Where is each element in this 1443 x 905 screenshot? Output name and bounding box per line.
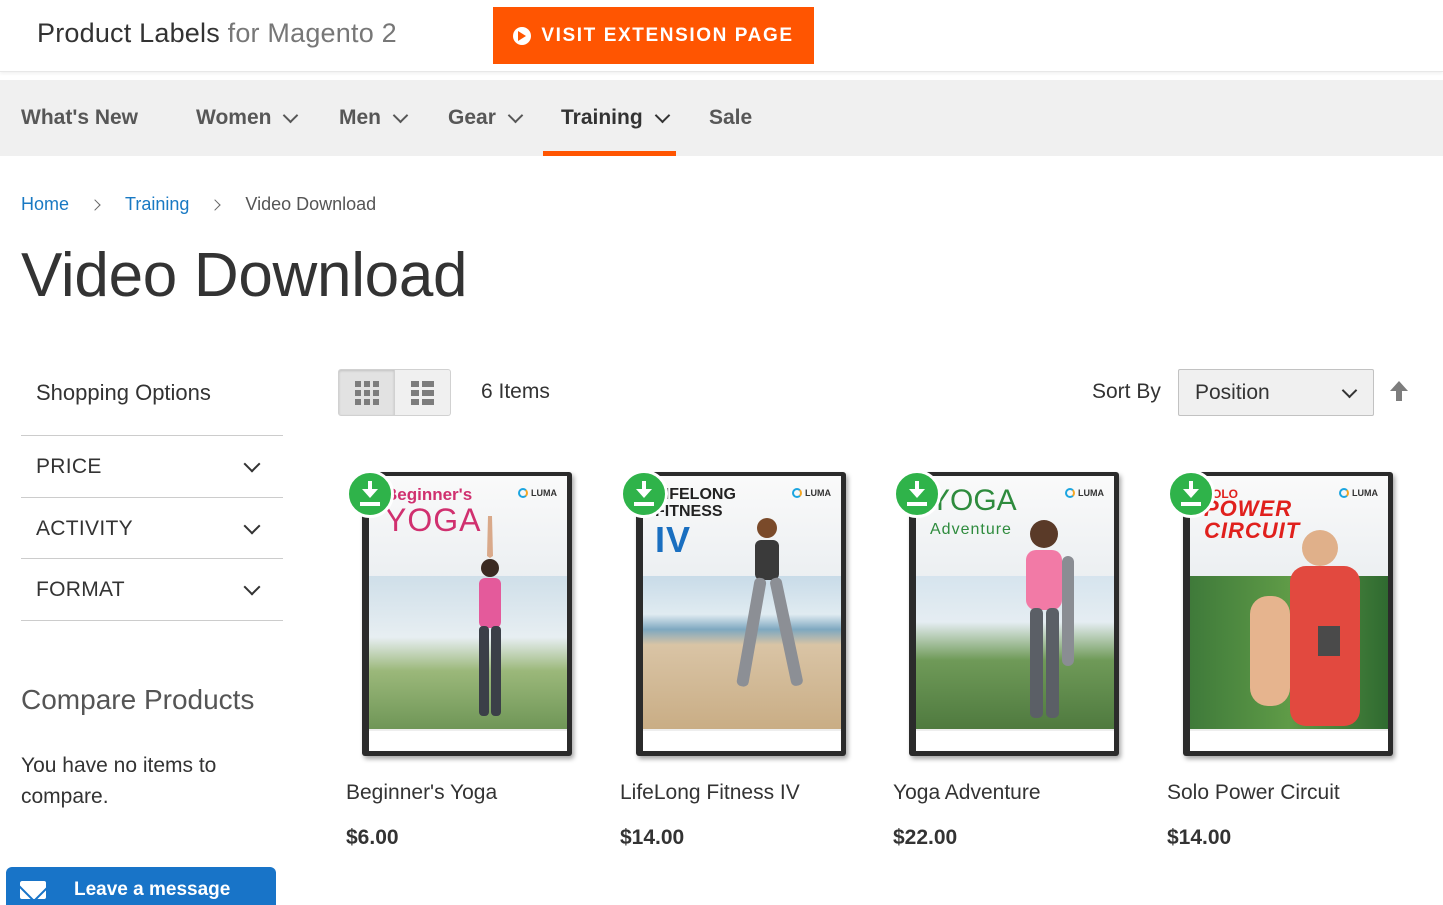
luma-logo: LUMA [1065, 488, 1104, 498]
nav-item-gear[interactable]: Gear [448, 80, 524, 156]
chevron-down-icon [654, 107, 670, 123]
luma-logo: LUMA [518, 488, 557, 498]
cover-figure [736, 518, 803, 687]
nav-label: Sale [709, 106, 753, 129]
nav-active-indicator [543, 151, 676, 156]
nav-label: Training [561, 106, 643, 129]
shopping-options-title: Shopping Options [36, 380, 211, 405]
cover-title: POWER CIRCUIT [1204, 496, 1301, 543]
product-image[interactable]: LIFELONG FITNESS IV LUMA [620, 470, 848, 758]
filter-format[interactable]: FORMAT [21, 558, 283, 620]
download-icon [1167, 470, 1215, 518]
cover-title: IV [655, 519, 692, 560]
nav-item-whats-new[interactable]: What's New [21, 80, 138, 156]
product-image[interactable]: Beginner's YOGA LUMA [346, 470, 574, 758]
product-price: $14.00 [620, 826, 685, 849]
nav-item-men[interactable]: Men [339, 80, 409, 156]
chevron-down-icon [243, 578, 261, 596]
breadcrumb-current: Video Download [245, 194, 377, 214]
breadcrumb-training[interactable]: Training [125, 194, 189, 215]
chevron-right-icon [89, 198, 101, 211]
chevron-down-icon [1341, 382, 1358, 399]
page-title: Video Download [21, 241, 468, 310]
leave-message-button[interactable]: Leave a message [6, 867, 276, 905]
cover-title: YOGA [385, 502, 482, 538]
cover-figure [479, 516, 501, 716]
download-icon [346, 470, 394, 518]
luma-logo: LUMA [1339, 488, 1378, 498]
view-mode-grid[interactable] [338, 369, 395, 416]
product-price: $22.00 [893, 826, 958, 849]
product-price: $6.00 [346, 826, 399, 849]
chevron-down-icon [283, 107, 299, 123]
compare-empty-text: You have no items to compare. [21, 754, 217, 808]
nav-item-sale[interactable]: Sale [709, 80, 752, 156]
nav-item-women[interactable]: Women [196, 80, 299, 156]
sort-by-select[interactable]: Position [1178, 369, 1374, 416]
compare-products-title: Compare Products [21, 684, 255, 715]
filter-divider [21, 620, 283, 621]
arrow-up-icon[interactable] [1388, 379, 1410, 403]
envelope-icon [20, 880, 46, 899]
product-name[interactable]: Beginner's Yoga [346, 781, 497, 805]
nav-label: What's New [21, 106, 139, 129]
filter-label: PRICE [36, 454, 102, 478]
view-mode-list[interactable] [395, 369, 451, 416]
product-name[interactable]: LifeLong Fitness IV [620, 781, 800, 805]
cover-figure [1250, 530, 1360, 726]
chevron-down-icon [507, 107, 524, 123]
product-image[interactable]: SOLO POWER CIRCUIT LUMA [1167, 470, 1395, 758]
cover-title: Beginner's [385, 485, 473, 504]
top-bar: Product Labels for Magento 2 VISIT EXTEN… [0, 0, 1443, 72]
main-navigation: What's New Women Men Gear Training Sale [0, 80, 1443, 156]
chevron-right-icon [209, 198, 222, 211]
chevron-down-icon [243, 517, 261, 535]
filter-label: FORMAT [36, 577, 125, 601]
cover-title: LIFELONG FITNESS [655, 486, 736, 520]
grid-icon [354, 380, 379, 405]
play-circle-icon [513, 26, 532, 45]
filter-label: ACTIVITY [36, 516, 133, 540]
product-image[interactable]: YOGA Adventure LUMA [893, 470, 1121, 758]
nav-label: Men [339, 106, 381, 129]
list-icon [411, 380, 434, 405]
extension-title: Product Labels for Magento 2 [37, 18, 397, 49]
chevron-down-icon [392, 107, 409, 123]
sort-by-value: Position [1195, 380, 1270, 404]
nav-item-training[interactable]: Training [561, 80, 670, 156]
breadcrumb-home[interactable]: Home [21, 194, 69, 215]
items-count: 6 Items [481, 380, 550, 403]
product-price: $14.00 [1167, 826, 1232, 849]
leave-message-label: Leave a message [74, 878, 231, 900]
nav-label: Women [196, 106, 272, 129]
visit-extension-label: VISIT EXTENSION PAGE [541, 24, 794, 46]
breadcrumb: Home Training Video Download [21, 194, 376, 215]
filter-price[interactable]: PRICE [21, 435, 283, 497]
brand-main: Product Labels [37, 18, 220, 48]
cover-title: Adventure [930, 521, 1012, 538]
luma-logo: LUMA [792, 488, 831, 498]
cover-title: YOGA [930, 484, 1017, 517]
cover-figure [1026, 520, 1074, 718]
brand-muted: for Magento 2 [227, 18, 397, 48]
product-name[interactable]: Solo Power Circuit [1167, 781, 1340, 805]
product-name[interactable]: Yoga Adventure [893, 781, 1041, 805]
visit-extension-button[interactable]: VISIT EXTENSION PAGE [493, 7, 814, 64]
chevron-down-icon [243, 455, 261, 473]
sort-by-label: Sort By [1092, 380, 1161, 403]
nav-label: Gear [448, 106, 496, 129]
filter-activity[interactable]: ACTIVITY [21, 497, 283, 559]
download-icon [620, 470, 668, 518]
download-icon [893, 470, 941, 518]
